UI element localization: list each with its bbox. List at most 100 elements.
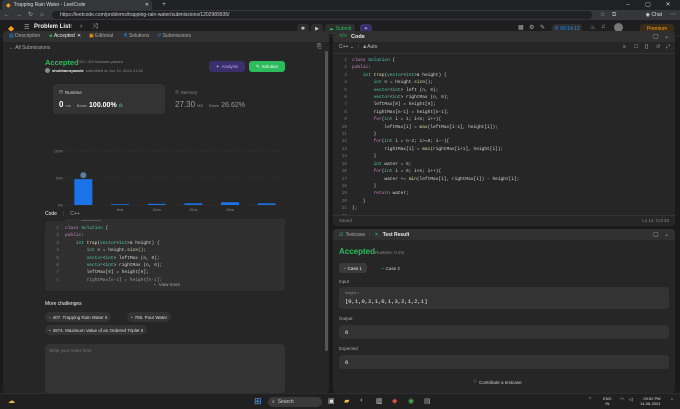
- app-icon[interactable]: ▤: [424, 397, 431, 405]
- next-problem-icon[interactable]: ›: [80, 23, 82, 30]
- challenge-chip[interactable]: • 407. Trapping Rain Water II: [45, 312, 112, 322]
- challenge-chip[interactable]: • 2874. Maximum Value of an Ordered Tripl…: [45, 325, 148, 335]
- file-explorer-icon[interactable]: ▰: [344, 397, 349, 405]
- collapse-panel-icon[interactable]: ⌄: [664, 231, 669, 238]
- prev-problem-icon[interactable]: ‹: [70, 23, 72, 30]
- auto-mode-toggle[interactable]: 🔒︎ Auto: [363, 44, 377, 50]
- tab-test-result[interactable]: >_ Test Result: [375, 232, 409, 238]
- memory-card[interactable]: ◎ Memory 27.30 MB Beats 26.62%: [169, 84, 283, 114]
- code-section-lang: C++: [70, 211, 80, 217]
- runtime-card[interactable]: ◷ Runtime 0 ms Beats 100.00% ✿: [53, 84, 165, 114]
- home-icon[interactable]: ⌂: [40, 10, 44, 20]
- streak-icon[interactable]: ♨: [590, 24, 595, 31]
- notebook-icon[interactable]: ✎: [540, 24, 545, 31]
- close-tab-icon[interactable]: ✕: [145, 2, 149, 8]
- line-number: 13: [341, 146, 347, 152]
- task-view-icon[interactable]: ▣: [328, 397, 335, 405]
- layout-icon[interactable]: ▦: [518, 24, 524, 31]
- close-window-icon[interactable]: ✕: [658, 0, 678, 10]
- new-tab-icon[interactable]: +: [154, 0, 174, 10]
- left-scrollbar[interactable]: [325, 51, 328, 351]
- browser-tab[interactable]: ◆ Trapping Rain Water - LeetCode ✕: [2, 0, 152, 10]
- case-2-tab[interactable]: • Case 2: [377, 263, 405, 273]
- tab-description[interactable]: ▤ Description: [9, 31, 40, 42]
- tab-editorial[interactable]: ▣ Editorial: [89, 31, 113, 42]
- code-line: vector<int> left (n, 0);: [373, 87, 439, 93]
- back-icon[interactable]: ←: [4, 10, 10, 20]
- runtime-beats: 100.00%: [89, 102, 117, 109]
- submitter-info: shubhamrpawde submitted at Jun 14, 2024 …: [45, 68, 143, 73]
- weather-icon[interactable]: ☁: [8, 397, 15, 405]
- tab-solutions[interactable]: ⚗ Solutions: [123, 31, 149, 42]
- notification-bell-icon[interactable]: ◔: [670, 397, 673, 403]
- tab-submissions[interactable]: ↺ Submissions: [157, 31, 191, 42]
- office-icon[interactable]: ◆: [392, 397, 397, 405]
- bookmark-icon[interactable]: ☐: [634, 44, 638, 50]
- view-more-button[interactable]: ⌄ View more: [153, 281, 180, 287]
- windows-start-icon[interactable]: ⊞: [254, 396, 262, 407]
- test-tabs: ☑ Testcase | >_ Test Result ▢ ⌄: [333, 229, 675, 240]
- solution-button[interactable]: ✎ Solution: [249, 61, 285, 72]
- braces-icon[interactable]: {}: [645, 44, 648, 50]
- code-section-label: Code: [45, 211, 57, 217]
- line-number: 8: [344, 109, 347, 115]
- minimize-icon[interactable]: –: [618, 0, 638, 10]
- terminal-icon: >_: [375, 231, 381, 238]
- tray-chevron-icon[interactable]: ⌃: [588, 397, 592, 403]
- close-tab-accepted-icon[interactable]: ✕: [77, 33, 81, 39]
- line-number: 14: [341, 154, 347, 160]
- problem-list-link[interactable]: Problem List: [34, 24, 70, 30]
- url-field[interactable]: https://leetcode.com/problems/trapping-r…: [52, 11, 592, 19]
- code-line: 5 vector<int> leftMax (n, 0);: [56, 255, 160, 261]
- fullscreen-icon[interactable]: ⤢: [666, 44, 670, 50]
- shuffle-icon[interactable]: ⤨: [92, 23, 98, 31]
- code-editor[interactable]: class Solution {public: int trap(vector<…: [352, 57, 519, 213]
- menu-icon[interactable]: ⋯: [670, 10, 676, 20]
- list-icon[interactable]: ☰: [24, 24, 29, 31]
- edge-icon[interactable]: ◐: [360, 397, 364, 404]
- view-more-label: View more: [158, 281, 180, 287]
- code-section-header: Code | C++: [45, 211, 80, 217]
- maximize-panel-icon[interactable]: ▢: [653, 231, 659, 238]
- maximize-panel-icon[interactable]: ▢: [653, 33, 659, 40]
- wifi-icon[interactable]: ◠: [620, 397, 624, 403]
- notes-textarea[interactable]: Write your notes here: [45, 344, 285, 393]
- extensions-icon[interactable]: ⧉: [612, 10, 616, 20]
- submitter-name[interactable]: shubhamrpawde: [52, 68, 84, 73]
- check-icon: •: [382, 265, 384, 271]
- reset-icon[interactable]: ↺: [656, 44, 660, 50]
- runtime-label: Runtime: [64, 89, 82, 95]
- contribute-testcase-button[interactable]: ♡ Contribute a testcase: [473, 379, 522, 385]
- settings-icon[interactable]: ⚙: [529, 24, 534, 31]
- language-indicator[interactable]: ENG IN: [603, 396, 612, 406]
- medium-dot-icon: •: [49, 327, 51, 333]
- runtime-beats-label: Beats: [76, 103, 88, 108]
- format-icon[interactable]: ≡: [623, 44, 626, 50]
- case-1-tab[interactable]: • Case 1: [339, 263, 367, 273]
- forward-icon[interactable]: →: [16, 10, 22, 20]
- all-submissions-link[interactable]: ← All Submissions: [9, 45, 50, 51]
- reload-icon[interactable]: ↻: [28, 10, 33, 20]
- chat-button[interactable]: ◉ Chat: [646, 10, 662, 20]
- maximize-icon[interactable]: ▢: [638, 0, 658, 10]
- notification-icon[interactable]: ♫: [601, 24, 606, 30]
- chrome-icon[interactable]: ◉: [408, 397, 414, 405]
- editor-toolbar: C++ ⌄ | 🔒︎ Auto: [339, 44, 377, 50]
- case-1-label: Case 1: [347, 265, 362, 271]
- challenge-chip[interactable]: • 755. Pour Water: [127, 312, 172, 322]
- store-icon[interactable]: ▥: [376, 397, 383, 405]
- code-line: 6 vector<int> rightMax (n, 0);: [56, 263, 163, 269]
- volume-icon[interactable]: ◁: [629, 397, 633, 403]
- share-icon[interactable]: ⎘: [317, 44, 322, 51]
- submitted-at: submitted at Jun 14, 2024 21:52: [85, 68, 143, 73]
- tab-accepted[interactable]: ◈ Accepted ✕: [49, 31, 81, 42]
- bookmark-icon[interactable]: ☆: [600, 10, 605, 20]
- collapse-panel-icon[interactable]: ⌄: [664, 33, 669, 40]
- analysis-button[interactable]: ✦ Analysis: [209, 61, 245, 72]
- runtime-values: 0 ms Beats 100.00% ✿: [59, 100, 123, 109]
- language-select[interactable]: C++ ⌄: [339, 44, 354, 50]
- taskbar-search[interactable]: ⌕ Search: [268, 397, 322, 407]
- clock[interactable]: 09:52 PM 14-06-2024: [640, 396, 660, 406]
- solution-icon: ✎: [255, 63, 260, 69]
- tab-testcase[interactable]: ☑ Testcase: [339, 232, 365, 238]
